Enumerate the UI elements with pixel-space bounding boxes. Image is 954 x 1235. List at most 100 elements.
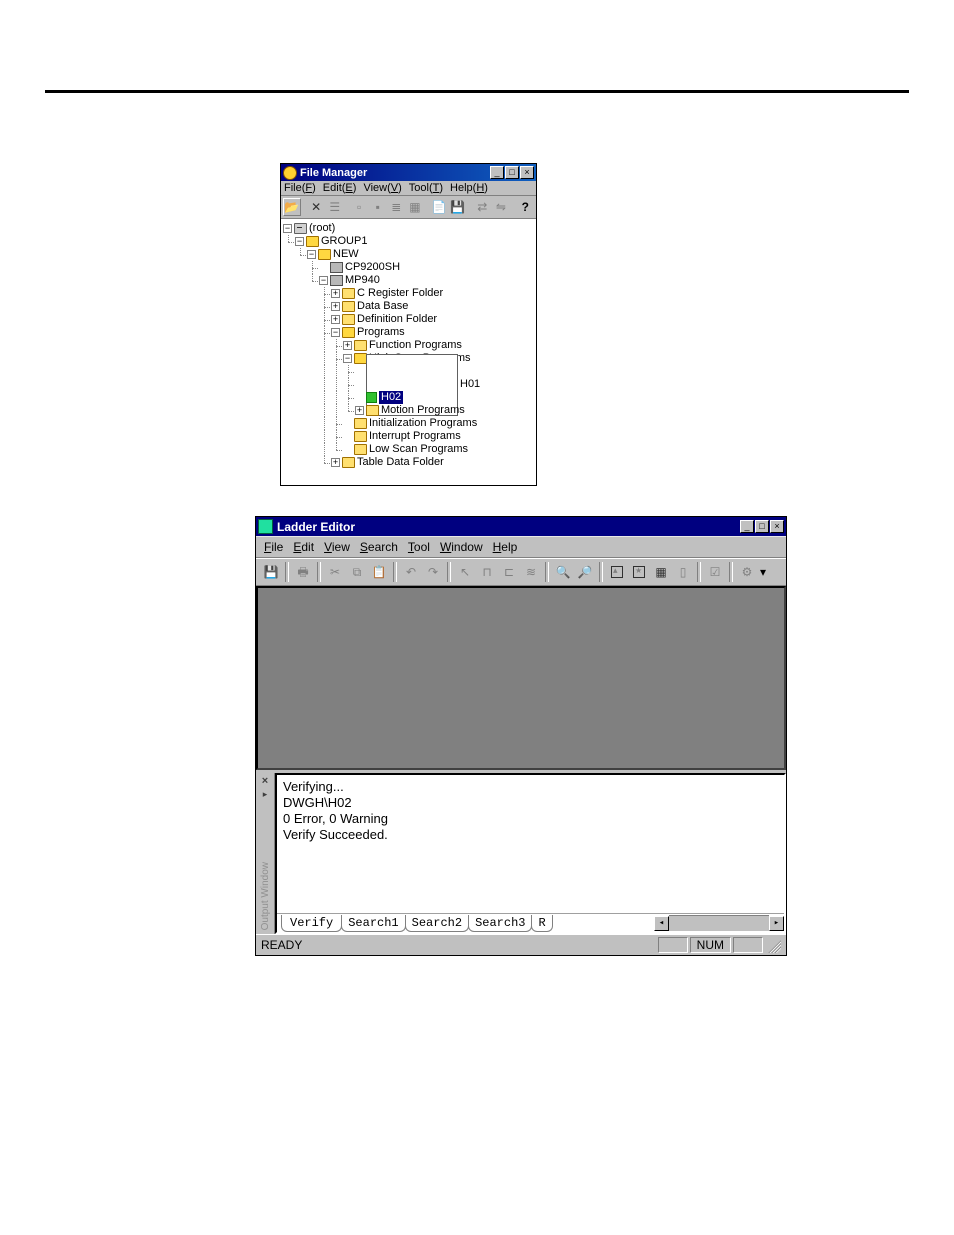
tab-more[interactable]: R: [531, 915, 552, 932]
tree-root[interactable]: −(root): [283, 222, 534, 235]
toolbar-help[interactable]: ?: [516, 198, 534, 216]
scroll-right-button[interactable]: ▸: [769, 916, 784, 931]
tree-low-scan-programs[interactable]: Low Scan Programs: [283, 443, 534, 456]
output-body: Verifying... DWGH\H02 0 Error, 0 Warning…: [275, 773, 786, 934]
toolbar-details[interactable]: ▦: [406, 198, 424, 216]
maximize-button[interactable]: □: [755, 520, 769, 533]
ladder-editor-workspace[interactable]: [256, 586, 786, 770]
toolbar-disconnect[interactable]: ⇋: [492, 198, 510, 216]
ladder-editor-menubar: File Edit View Search Tool Window Help: [256, 536, 786, 558]
toolbar-coil[interactable]: ≋: [520, 562, 542, 583]
tree-programs[interactable]: −Programs: [283, 326, 534, 339]
toolbar-paste[interactable]: 📋: [368, 562, 390, 583]
toolbar-delete[interactable]: ✕: [307, 198, 325, 216]
tab-verify[interactable]: Verify: [281, 915, 342, 932]
minimize-button[interactable]: _: [490, 166, 504, 179]
menu-tool[interactable]: Tool(T): [409, 182, 443, 194]
toolbar-connect[interactable]: ⇄: [474, 198, 492, 216]
toolbar-grid[interactable]: ▦: [650, 562, 672, 583]
tree-cp9200sh[interactable]: CP9200SH: [283, 261, 534, 274]
toolbar-overflow[interactable]: ▾: [758, 565, 768, 579]
toolbar-open[interactable]: 📄: [431, 198, 449, 216]
toolbar-properties[interactable]: ☰: [326, 198, 344, 216]
file-manager-titlebar[interactable]: File Manager _ □ ×: [281, 164, 536, 181]
tree-h01[interactable]: H01: [283, 378, 534, 391]
tree-motion-programs[interactable]: +Motion Programs: [283, 404, 534, 417]
output-tabs: Verify Search1 Search2 Search3 R ◂ ▸: [277, 913, 784, 932]
toolbar-find[interactable]: 🔍: [552, 562, 574, 583]
menu-tool[interactable]: Tool: [408, 540, 430, 554]
folder-icon: [354, 340, 367, 351]
menu-file[interactable]: File: [264, 540, 283, 554]
toolbar-options[interactable]: ⚙: [736, 562, 758, 583]
ladder-editor-titlebar[interactable]: Ladder Editor _ □ ×: [256, 517, 786, 536]
output-text: Verifying... DWGH\H02 0 Error, 0 Warning…: [277, 775, 784, 913]
close-button[interactable]: ×: [770, 520, 784, 533]
toolbar-save[interactable]: 💾: [260, 562, 282, 583]
toolbar-list[interactable]: ≣: [388, 198, 406, 216]
output-pin-button[interactable]: ▸: [263, 789, 268, 800]
toolbar-box-star[interactable]: [628, 562, 650, 583]
menu-help[interactable]: Help(H): [450, 182, 488, 194]
toolbar-panel[interactable]: ▯: [672, 562, 694, 583]
tree-table-data-folder[interactable]: +Table Data Folder: [283, 456, 534, 469]
ladder-editor-statusbar: READY NUM: [256, 934, 786, 955]
app-icon: [283, 166, 297, 180]
menu-view[interactable]: View(V): [363, 182, 401, 194]
maximize-button[interactable]: □: [505, 166, 519, 179]
tab-search1[interactable]: Search1: [341, 915, 405, 932]
toolbar-print[interactable]: 🖶: [292, 562, 314, 583]
scrollbar-track[interactable]: [669, 915, 769, 932]
toolbar-copy[interactable]: ⧉: [346, 562, 368, 583]
menu-edit[interactable]: Edit(E): [323, 182, 357, 194]
tree-initialization-programs[interactable]: Initialization Programs: [283, 417, 534, 430]
minimize-button[interactable]: _: [740, 520, 754, 533]
tree-new[interactable]: −NEW: [283, 248, 534, 261]
status-cell-blank: [658, 937, 688, 953]
menu-edit[interactable]: Edit: [293, 540, 314, 554]
output-line: Verifying...: [283, 779, 778, 795]
tree-cregister[interactable]: +C Register Folder: [283, 287, 534, 300]
toolbar-zoom[interactable]: 🔎: [574, 562, 596, 583]
toolbar-large-icons[interactable]: ▫: [350, 198, 368, 216]
resize-grip[interactable]: [765, 937, 781, 953]
folder-icon: [342, 457, 355, 468]
toolbar-check[interactable]: ☑: [704, 562, 726, 583]
toolbar-box-up[interactable]: [606, 562, 628, 583]
ladder-editor-toolbar: 💾 🖶 ✂ ⧉ 📋 ↶ ↷ ↖ ⊓ ⊏ ≋ 🔍 🔎 ▦ ▯ ☑: [256, 558, 786, 586]
toolbar-undo[interactable]: ↶: [400, 562, 422, 583]
close-button[interactable]: ×: [520, 166, 534, 179]
tab-search2[interactable]: Search2: [405, 915, 469, 932]
menu-help[interactable]: Help: [493, 540, 518, 554]
toolbar-folder-up[interactable]: 📂: [283, 198, 301, 216]
menu-view[interactable]: View: [324, 540, 350, 554]
scroll-left-button[interactable]: ◂: [654, 916, 669, 931]
toolbar-redo[interactable]: ↷: [422, 562, 444, 583]
app-icon: [258, 519, 273, 534]
folder-icon: [354, 431, 367, 442]
file-manager-title: File Manager: [300, 167, 489, 179]
toolbar-save[interactable]: 💾: [449, 198, 467, 216]
section-rule: [45, 90, 909, 93]
output-close-button[interactable]: ×: [262, 775, 268, 787]
menu-file[interactable]: File(F): [284, 182, 316, 194]
toolbar-contact[interactable]: ⊏: [498, 562, 520, 583]
output-line: DWGH\H02: [283, 795, 778, 811]
tree-definition-folder[interactable]: +Definition Folder: [283, 313, 534, 326]
tree-group1[interactable]: −GROUP1: [283, 235, 534, 248]
file-manager-toolbar: 📂 ✕ ☰ ▫ ▪ ≣ ▦ 📄 💾 ⇄ ⇋ ?: [281, 196, 536, 219]
tab-search3[interactable]: Search3: [468, 915, 532, 932]
output-window-label: Output Window: [260, 862, 271, 930]
tree-function-programs[interactable]: +Function Programs: [283, 339, 534, 352]
toolbar-rung[interactable]: ⊓: [476, 562, 498, 583]
toolbar-small-icons[interactable]: ▪: [369, 198, 387, 216]
tree-interrupt-programs[interactable]: Interrupt Programs: [283, 430, 534, 443]
menu-search[interactable]: Search: [360, 540, 398, 554]
status-num: NUM: [690, 937, 731, 953]
tree-mp940[interactable]: −MP940: [283, 274, 534, 287]
tree-database[interactable]: +Data Base: [283, 300, 534, 313]
menu-window[interactable]: Window: [440, 540, 483, 554]
device-icon: [330, 262, 343, 273]
toolbar-cut[interactable]: ✂: [324, 562, 346, 583]
toolbar-pointer[interactable]: ↖: [454, 562, 476, 583]
